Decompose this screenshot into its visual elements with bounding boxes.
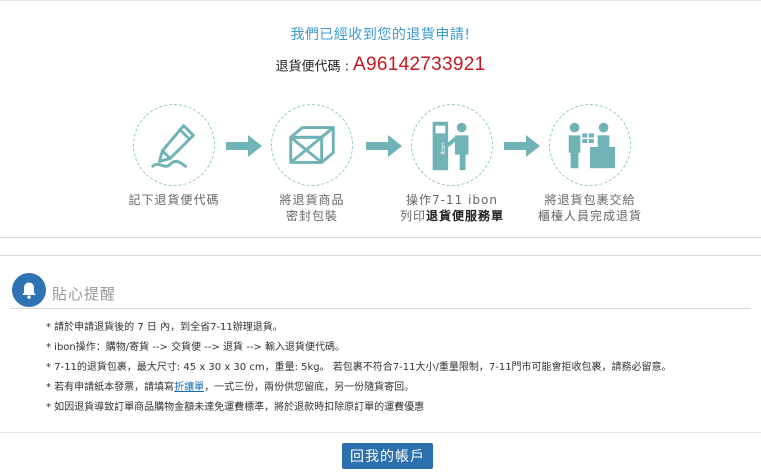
confirmation-headline: 我們已經收到您的退貨申請! <box>290 27 471 43</box>
tips-title: 貼心提醒 <box>52 285 117 303</box>
counter-clerk-icon <box>568 122 616 169</box>
top-border <box>0 0 761 1</box>
tip-item: * 請於申請退貨後的 7 日 內，到全省7-11辦理退貨。 <box>46 322 283 333</box>
step-seal-package: 將退貨商品 密封包裝 <box>250 104 374 224</box>
return-code-value: A96142733921 <box>353 54 486 75</box>
tip-item: * 7-11的退貨包裹，最大尺寸: 45 x 30 x 30 cm，重量: 5k… <box>46 362 672 373</box>
step-2-label-line1: 將退貨商品 <box>279 193 345 207</box>
svg-text:ibon: ibon <box>441 142 447 155</box>
section-divider <box>0 255 761 256</box>
step-2-label-line2: 密封包裝 <box>285 209 338 223</box>
step-4-circle <box>549 104 631 186</box>
step-2-circle <box>271 104 353 186</box>
step-3-label-prefix: 列印 <box>399 209 426 223</box>
tip-item: * 如因退貨導致訂單商品購物金額未達免運費標準，將於退款時扣除原訂單的運費優惠 <box>46 402 425 413</box>
bell-icon <box>22 282 36 299</box>
step-3-circle: ibon <box>411 104 493 186</box>
tip-item-suffix: ，一式三份，兩份供您留底，另一份隨貨寄回。 <box>204 382 415 393</box>
step-3-label-line2: 列印退貨便服務單 <box>390 208 514 224</box>
tip-item: * ibon操作：購物/寄貨 --> 交貨便 --> 退貨 --> 輸入退貨便代… <box>46 342 345 353</box>
tips-underline <box>10 308 751 309</box>
pen-signature-icon <box>151 124 195 168</box>
step-1-label: 記下退貨便代碼 <box>128 193 220 207</box>
section-divider <box>0 237 761 238</box>
package-box-icon <box>289 126 335 164</box>
step-ibon-print: ibon 操作7-11 ibon 列印退貨便服務單 <box>390 104 514 224</box>
tip-item: * 若有申請紙本發票，請填寫折讓單，一式三份，兩份供您留底，另一份隨貨寄回。 <box>46 378 672 398</box>
return-code-label: 退貨便代碼 : <box>275 59 349 75</box>
step-write-code: 記下退貨便代碼 <box>112 104 236 208</box>
allowance-form-link[interactable]: 折讓單 <box>174 382 204 393</box>
step-4-label-line1: 將退貨包裹交給 <box>544 193 636 207</box>
tips-badge <box>12 273 46 307</box>
tip-item-prefix: * 若有申請紙本發票，請填寫 <box>46 382 175 393</box>
ibon-kiosk-icon: ibon <box>432 121 469 171</box>
return-code-row: 退貨便代碼 : A96142733921 <box>0 54 761 76</box>
step-hand-to-clerk: 將退貨包裹交給 櫃檯人員完成退貨 <box>528 104 652 224</box>
step-3-label-line1: 操作7-11 ibon <box>406 193 498 207</box>
step-1-circle <box>133 104 215 186</box>
footer-divider <box>0 432 761 433</box>
tips-list: * 請於申請退貨後的 7 日 內，到全省7-11辦理退貨。 * ibon操作：購… <box>46 318 672 418</box>
step-4-label-line2: 櫃檯人員完成退貨 <box>537 209 642 223</box>
back-to-account-button[interactable]: 回我的帳戶 <box>342 443 433 469</box>
step-3-label-bold: 退貨便服務單 <box>426 209 505 223</box>
